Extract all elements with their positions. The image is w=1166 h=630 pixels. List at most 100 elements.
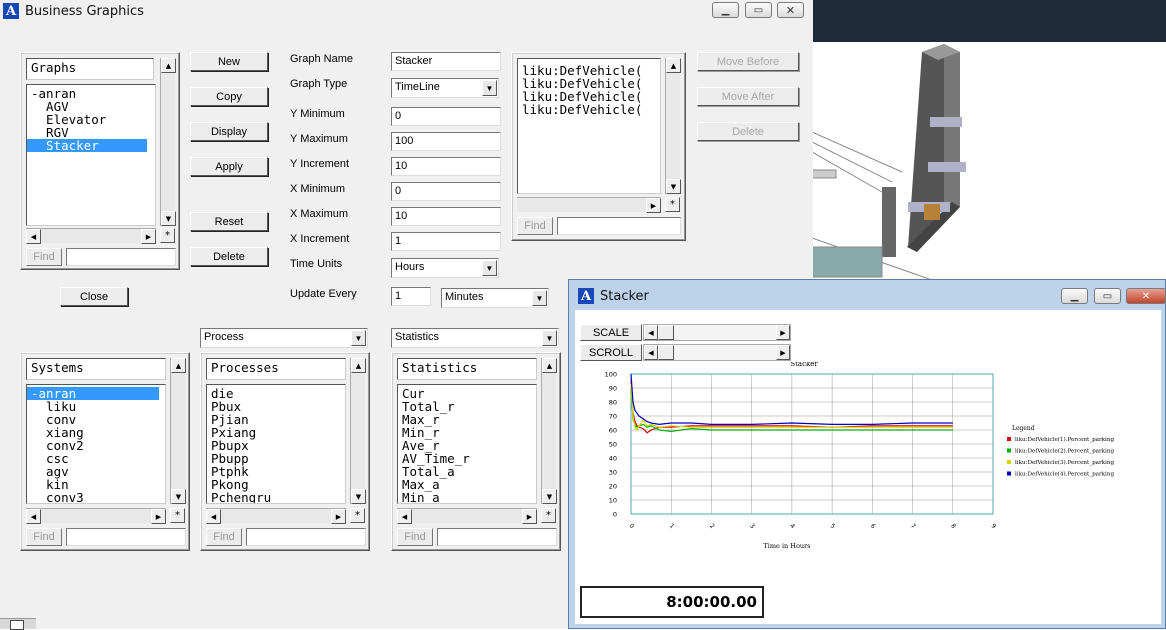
scroll-right-icon[interactable]: ▶ [141,229,156,244]
series-hscroll[interactable]: ▶ [517,197,661,213]
minimize-button[interactable]: ▁ [1061,288,1088,304]
update-every-field[interactable]: 1 [391,287,431,306]
scroll-left-icon[interactable]: ◀ [206,509,221,524]
x-increment-field[interactable]: 1 [391,232,501,251]
processes-list[interactable]: die Pbux Pjian Pxiang Pbupx Pbupp Ptphk … [206,384,346,504]
scroll-left-icon[interactable]: ◀ [397,509,412,524]
systems-find-button[interactable]: Find [26,528,62,546]
statistics-find-button[interactable]: Find [397,528,433,546]
reset-button[interactable]: Reset [190,212,268,231]
minimize-button[interactable]: ▁ [712,2,739,18]
scroll-up-icon[interactable]: ▲ [171,358,186,373]
close-button[interactable]: Close [60,287,128,306]
y-minimum-field[interactable]: 0 [391,107,501,126]
process-select[interactable]: Process ▼ [200,328,368,348]
chevron-down-icon[interactable]: ▼ [532,290,547,306]
processes-find-button[interactable]: Find [206,528,242,546]
graphs-vscroll[interactable]: ▲ ▼ [160,58,176,226]
scroll-down-icon[interactable]: ▼ [666,179,681,194]
scroll-right-icon[interactable]: ▶ [646,198,661,213]
move-before-button[interactable]: Move Before [697,52,799,71]
statistics-list[interactable]: Cur Total_r Max_r Min_r Ave_r AV_Time_r … [397,384,537,504]
x-maximum-field[interactable]: 10 [391,207,501,226]
scroll-right-icon[interactable]: ▶ [776,325,790,340]
scroll-left-icon[interactable]: ◀ [26,229,41,244]
scroll-up-icon[interactable]: ▲ [351,358,366,373]
scroll-slider[interactable]: ◀ ▶ [643,344,791,361]
statistics-star-button[interactable]: * [541,508,556,523]
statistics-find-input[interactable] [437,528,557,546]
list-item[interactable]: Pchengru [207,491,345,503]
y-increment-field[interactable]: 10 [391,157,501,176]
processes-hscroll[interactable]: ◀ ▶ [206,508,346,524]
systems-vscroll[interactable]: ▲ ▼ [170,358,186,504]
scroll-button[interactable]: SCROLL [580,344,642,361]
copy-button[interactable]: Copy [190,87,268,106]
list-item[interactable]: Min_a [398,491,536,503]
graphs-find-input[interactable] [66,248,176,266]
scale-slider[interactable]: ◀ ▶ [643,324,791,341]
processes-find-input[interactable] [246,528,366,546]
scroll-left-icon[interactable]: ◀ [644,325,658,340]
scroll-right-icon[interactable]: ▶ [331,509,346,524]
graphs-list[interactable]: -anran AGV Elevator RGV Stacker [26,84,156,226]
chevron-down-icon[interactable]: ▼ [542,330,557,346]
move-after-button[interactable]: Move After [697,87,799,106]
scroll-down-icon[interactable]: ▼ [351,489,366,504]
chevron-down-icon[interactable]: ▼ [482,260,497,276]
scroll-down-icon[interactable]: ▼ [171,489,186,504]
processes-star-button[interactable]: * [350,508,365,523]
scroll-down-icon[interactable]: ▼ [542,489,557,504]
series-vscroll[interactable]: ▲ ▼ [665,58,681,194]
scroll-up-icon[interactable]: ▲ [542,358,557,373]
systems-hscroll[interactable]: ◀ ▶ [26,508,166,524]
scale-thumb[interactable] [658,325,674,340]
graphs-star-button[interactable]: * [160,228,175,243]
systems-find-input[interactable] [66,528,186,546]
chevron-down-icon[interactable]: ▼ [351,330,366,346]
scroll-right-icon[interactable]: ▶ [522,509,537,524]
scroll-up-icon[interactable]: ▲ [666,58,681,73]
close-window-button[interactable]: ✕ [777,2,804,18]
scroll-left-icon[interactable]: ◀ [644,345,658,360]
close-window-button[interactable]: ✕ [1126,288,1166,304]
scroll-up-icon[interactable]: ▲ [161,58,176,73]
y-maximum-field[interactable]: 100 [391,132,501,151]
systems-star-button[interactable]: * [170,508,185,523]
scale-button[interactable]: SCALE [580,324,642,341]
series-find-button[interactable]: Find [517,217,553,235]
display-button[interactable]: Display [190,122,268,141]
time-units-select[interactable]: Hours ▼ [391,258,499,278]
delete-graph-button[interactable]: Delete [190,247,268,266]
systems-list[interactable]: -anran liku conv xiang conv2 csc agv kin… [26,384,166,504]
maximize-button[interactable]: ▭ [745,2,772,18]
statistics-hscroll[interactable]: ◀ ▶ [397,508,537,524]
model-3d-view[interactable] [812,0,1166,280]
update-unit-select[interactable]: Minutes ▼ [441,288,549,308]
series-find-input[interactable] [557,217,681,235]
delete-series-button[interactable]: Delete [697,122,799,141]
list-item[interactable]: conv3 [27,491,165,503]
business-graphics-titlebar[interactable]: A Business Graphics ▁ ▭ ✕ [0,0,813,22]
scroll-thumb[interactable] [658,345,674,360]
statistics-select[interactable]: Statistics ▼ [391,328,559,348]
x-minimum-field[interactable]: 0 [391,182,501,201]
apply-button[interactable]: Apply [190,157,268,176]
statistics-vscroll[interactable]: ▲ ▼ [541,358,557,504]
graph-type-select[interactable]: TimeLine ▼ [391,78,499,98]
series-list[interactable]: liku:DefVehicle( liku:DefVehicle( liku:D… [517,58,661,194]
new-button[interactable]: New [190,52,268,71]
processes-vscroll[interactable]: ▲ ▼ [350,358,366,504]
maximize-button[interactable]: ▭ [1094,288,1121,304]
list-item[interactable]: liku:DefVehicle( [518,103,660,116]
chevron-down-icon[interactable]: ▼ [482,80,497,96]
graphs-hscroll[interactable]: ◀ ▶ [26,228,156,244]
list-item-selected[interactable]: Stacker [27,139,147,152]
series-star-button[interactable]: * [665,197,680,212]
scroll-right-icon[interactable]: ▶ [151,509,166,524]
stacker-titlebar[interactable]: A Stacker ▁ ▭ ✕ [569,282,1166,310]
scroll-left-icon[interactable]: ◀ [26,509,41,524]
scroll-down-icon[interactable]: ▼ [161,211,176,226]
scroll-right-icon[interactable]: ▶ [776,345,790,360]
graph-name-field[interactable]: Stacker [391,52,501,71]
